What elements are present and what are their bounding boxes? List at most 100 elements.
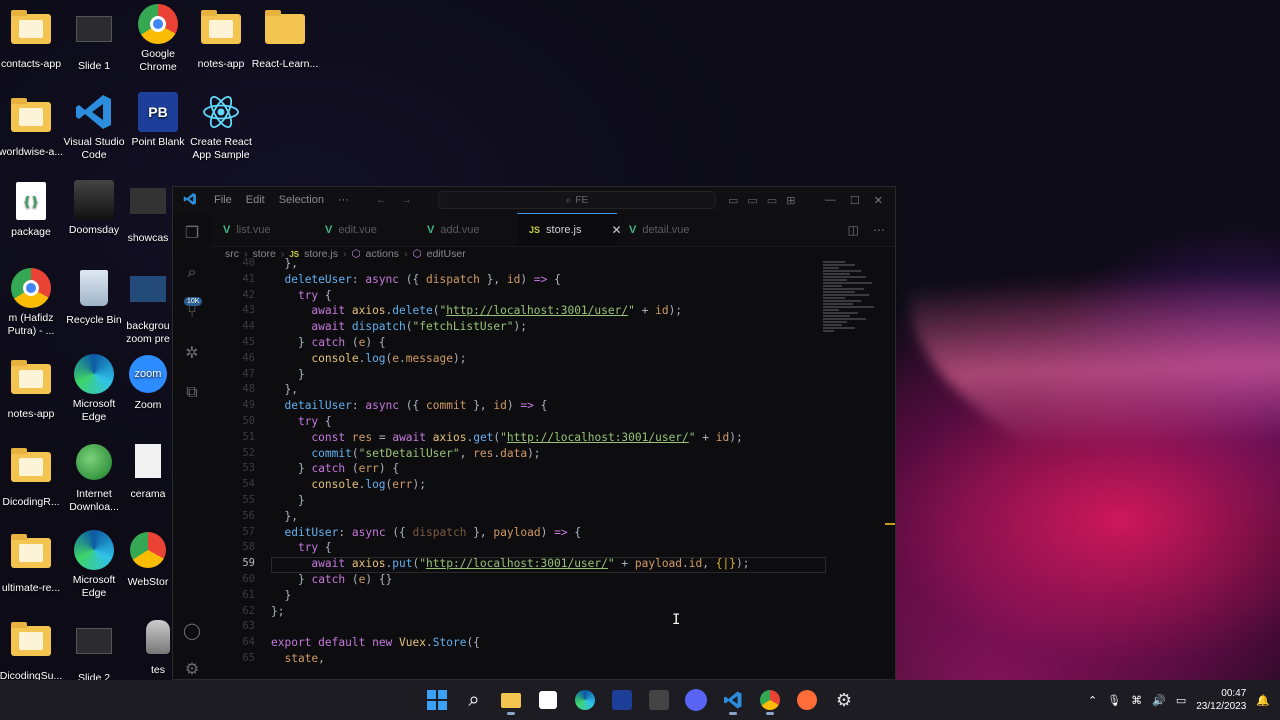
desktop-icon-slide-2[interactable]: Slide 2 <box>60 620 128 685</box>
slide-thumbnail-icon <box>74 16 114 56</box>
minimize-icon[interactable]: — <box>825 194 836 207</box>
desktop-icon-label: contacts-app <box>0 58 62 70</box>
desktop-icon-ultimate[interactable]: ultimate-re... <box>0 532 65 595</box>
desktop-icon-idm[interactable]: Internet Downloa... <box>60 442 128 514</box>
desktop-icon-chrome-profile[interactable]: m (Hafidz Putra) - ... <box>0 268 65 338</box>
desktop-icon-label: Microsoft Edge <box>72 398 116 423</box>
start-button[interactable] <box>422 685 452 715</box>
desktop-icon-point-blank[interactable]: PB Point Blank <box>124 92 192 149</box>
source-control-icon[interactable]: ⑂ 10K <box>173 293 211 333</box>
desktop-icon-edge[interactable]: Microsoft Edge <box>60 354 128 424</box>
settings-taskbar-icon[interactable]: ⚙ <box>829 685 859 715</box>
forward-arrow-icon[interactable]: → <box>401 194 412 206</box>
debug-icon[interactable]: ✲ <box>173 333 211 373</box>
explorer-icon[interactable]: ❐ <box>173 213 211 253</box>
desktop-icon-label: Visual Studio Code <box>63 136 125 161</box>
point-blank-taskbar-icon[interactable] <box>607 685 637 715</box>
desktop-icon-cerama[interactable]: cerama <box>124 442 172 501</box>
code-line: 60 } catch (e) {} <box>242 572 393 586</box>
desktop-icon-dicodingr[interactable]: DicodingR... <box>0 446 65 509</box>
desktop-icon-label: React-Learn... <box>251 58 319 70</box>
desktop-icon-contacts-app[interactable]: contacts-app <box>0 8 65 71</box>
desktop-icon-label: Slide 1 <box>77 60 111 72</box>
toggle-panel-icon[interactable]: ▭ <box>747 194 757 207</box>
microphone-icon[interactable]: 🎙 <box>1107 694 1121 707</box>
desktop-icon-google-chrome[interactable]: Google Chrome <box>124 4 192 74</box>
desktop-icon-background-zoom[interactable]: backgrou zoom pre <box>124 268 172 346</box>
desktop-icon-recycle-bin[interactable]: Recycle Bin <box>60 268 128 327</box>
minimap[interactable] <box>823 261 877 353</box>
code-line: 49 detailUser: async ({ commit }, id) =>… <box>242 399 548 413</box>
file-explorer-icon[interactable] <box>496 685 526 715</box>
taskbar-search-icon[interactable]: ⌕ <box>459 685 489 715</box>
desktop-icon-vscode[interactable]: Visual Studio Code <box>60 92 128 162</box>
desktop-icon-webstorm[interactable]: WebStor <box>124 530 172 589</box>
desktop-icon-label: notes-app <box>197 58 245 70</box>
tray-overflow-icon[interactable]: ⌃ <box>1088 694 1097 707</box>
tab-add-vue[interactable]: Vadd.vue <box>415 213 517 246</box>
desktop-icon-zoom[interactable]: zoom Zoom <box>124 354 172 412</box>
game-taskbar-icon[interactable] <box>644 685 674 715</box>
edge-icon[interactable] <box>570 685 600 715</box>
maximize-icon[interactable]: ☐ <box>850 194 860 207</box>
back-arrow-icon[interactable]: ← <box>376 194 387 206</box>
menu-file[interactable]: File <box>207 194 239 206</box>
notification-icon[interactable]: 🔔 <box>1256 694 1270 707</box>
clock[interactable]: 00:47 23/12/2023 <box>1196 687 1246 713</box>
close-window-icon[interactable]: ✕ <box>874 194 883 207</box>
chrome-icon <box>128 532 168 572</box>
command-center-search[interactable]: ⌕ FE <box>437 191 716 209</box>
account-icon[interactable]: ◯ <box>173 611 211 651</box>
vue-file-icon: V <box>629 223 637 236</box>
search-text: FE <box>575 194 589 206</box>
vue-file-icon: V <box>427 223 435 236</box>
desktop-icon-doomsday[interactable]: Doomsday <box>60 180 128 237</box>
discord-icon[interactable] <box>681 685 711 715</box>
store-icon[interactable] <box>533 685 563 715</box>
desktop-icon-label: package <box>11 226 51 238</box>
edge-icon <box>74 530 114 570</box>
desktop-icon-dicodingsu[interactable]: DicodingSu... <box>0 620 65 683</box>
scrollbar-marker[interactable] <box>885 523 895 525</box>
extensions-icon[interactable]: ⧉ <box>173 373 211 413</box>
desktop-icon-label: WebStor <box>127 576 169 588</box>
menu-selection[interactable]: Selection <box>272 194 331 206</box>
tab-edit-vue[interactable]: Vedit.vue <box>313 213 415 246</box>
toggle-secondary-sidebar-icon[interactable]: ▭ <box>767 194 777 207</box>
desktop-icon-slide-1[interactable]: Slide 1 <box>60 8 128 73</box>
folder-icon <box>11 10 51 54</box>
menu-edit[interactable]: Edit <box>239 194 272 206</box>
volume-icon[interactable]: 🔊 <box>1152 694 1166 707</box>
settings-gear-icon[interactable]: ⚙ <box>173 649 211 679</box>
desktop-icon-edge-2[interactable]: Microsoft Edge <box>60 530 128 600</box>
tab-detail-vue[interactable]: Vdetail.vue <box>617 213 719 246</box>
tab-store-js[interactable]: JS store.js ✕ <box>517 213 622 246</box>
desktop-icon-react-learn[interactable]: React-Learn... <box>250 8 320 71</box>
network-icon[interactable]: ⌘ <box>1131 694 1142 707</box>
search-activity-icon[interactable]: ⌕ <box>173 253 211 293</box>
split-editor-icon[interactable]: ◫ <box>848 223 859 237</box>
desktop-icon-create-react-app[interactable]: Create React App Sample <box>187 92 255 162</box>
customize-layout-icon[interactable]: ⊞ <box>786 194 795 207</box>
desktop-icon-notes-app-2[interactable]: notes-app <box>0 358 65 421</box>
code-editor[interactable]: 40 }, 41 deleteUser: async ({ dispatch }… <box>211 257 895 679</box>
desktop-icon-notes-app[interactable]: notes-app <box>187 8 255 71</box>
tab-list-vue[interactable]: Vlist.vue <box>211 213 313 246</box>
code-line: 56 }, <box>242 509 298 523</box>
desktop-icon-package[interactable]: { } package <box>0 182 65 239</box>
menu-more[interactable]: ··· <box>331 194 356 206</box>
battery-icon[interactable]: ▭ <box>1176 694 1186 707</box>
recycle-bin-icon <box>74 270 114 310</box>
desktop-icon-showcase[interactable]: showcas <box>124 180 172 245</box>
title-bar: File Edit Selection ··· ← → ⌕ FE ▭ ▭ ▭ ⊞… <box>173 187 895 213</box>
desktop-icon-worldwise[interactable]: worldwise-a... <box>0 96 65 159</box>
desktop-icon-label: backgrou zoom pre <box>126 320 170 345</box>
more-actions-icon[interactable]: ⋯ <box>873 223 885 237</box>
vscode-taskbar-icon[interactable] <box>718 685 748 715</box>
postman-icon[interactable] <box>792 685 822 715</box>
chrome-taskbar-icon[interactable] <box>755 685 785 715</box>
code-line-current: 59 await axios.put("http://localhost:300… <box>211 557 895 573</box>
clock-time: 00:47 <box>1221 688 1247 699</box>
toggle-sidebar-icon[interactable]: ▭ <box>728 194 738 207</box>
desktop-icon-label: Recycle Bin <box>66 314 122 326</box>
